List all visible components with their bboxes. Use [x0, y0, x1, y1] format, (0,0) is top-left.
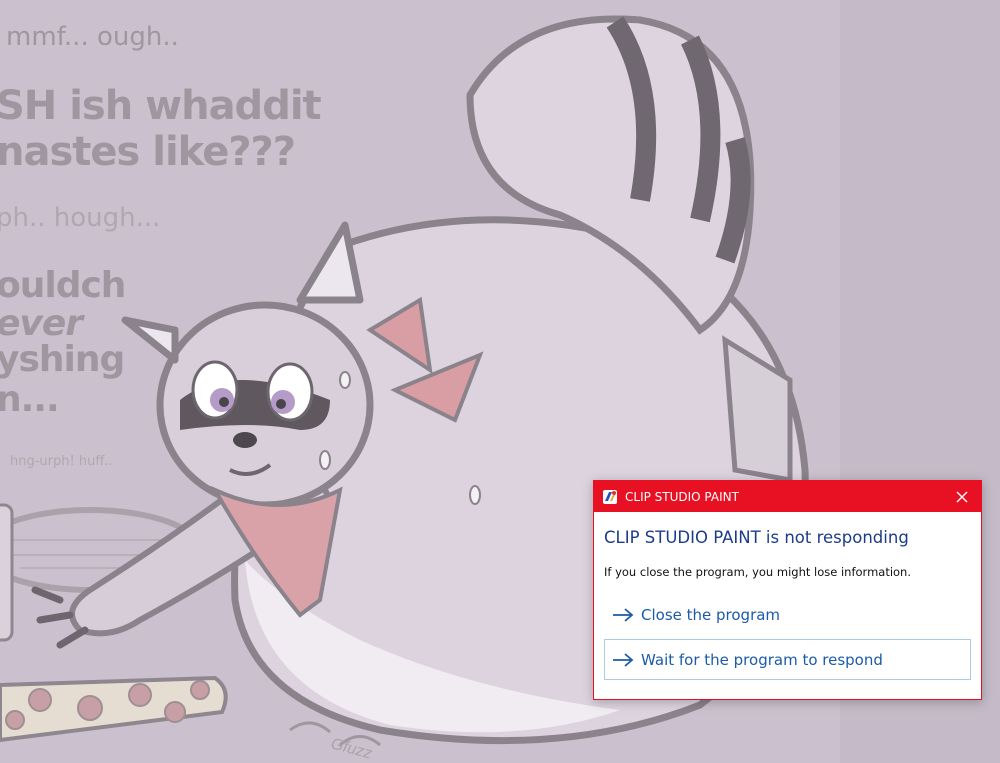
option-label: Wait for the program to respond	[641, 650, 883, 669]
clip-studio-app-icon	[602, 489, 618, 505]
speech-text-line: ph.. hough...	[0, 203, 161, 233]
speech-text-line: ever	[0, 303, 83, 344]
dialog-heading: CLIP STUDIO PAINT is not responding	[604, 528, 909, 547]
speech-text-line: mmf... ough..	[6, 22, 179, 52]
close-icon	[956, 491, 968, 502]
option-label: Close the program	[641, 605, 781, 624]
speech-text-line: SH ish whaddit	[0, 83, 322, 129]
close-program-option[interactable]: Close the program	[604, 594, 971, 635]
dialog-title: CLIP STUDIO PAINT	[625, 489, 739, 504]
speech-text-line: yshing	[0, 339, 125, 380]
speech-text-line: nastes like???	[0, 129, 296, 175]
speech-text-line: n...	[0, 379, 60, 420]
not-responding-dialog: CLIP STUDIO PAINT CLIP STUDIO PAINT is n…	[593, 480, 982, 700]
artwork-signature: Gfuzz	[329, 735, 374, 762]
speech-text-line: ouldch	[0, 265, 126, 306]
arrow-right-icon	[613, 607, 634, 622]
wait-program-option[interactable]: Wait for the program to respond	[604, 639, 971, 680]
close-button[interactable]	[943, 481, 981, 512]
arrow-right-icon	[613, 652, 634, 667]
dialog-titlebar[interactable]: CLIP STUDIO PAINT	[594, 481, 981, 512]
speech-text-line: hng-urph! huff..	[10, 454, 113, 469]
dialog-info-text: If you close the program, you might lose…	[604, 565, 912, 579]
